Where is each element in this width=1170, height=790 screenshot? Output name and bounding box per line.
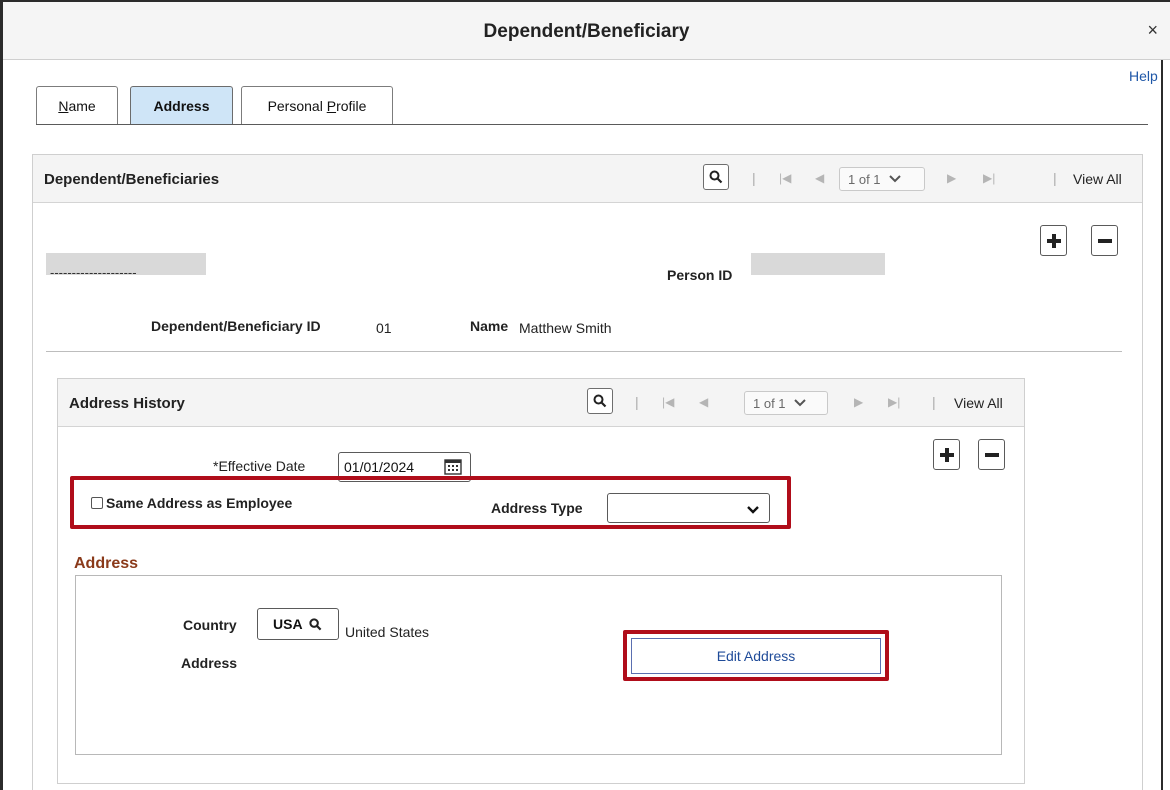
same-address-label: Same Address as Employee	[106, 495, 293, 511]
separator: |	[752, 170, 756, 186]
tab-name-label: ame	[68, 98, 96, 114]
tab-name[interactable]: Name	[36, 86, 118, 125]
name-value: Matthew Smith	[519, 320, 612, 336]
next-page-icon[interactable]: ▶	[854, 395, 863, 409]
delete-address-row-button[interactable]	[978, 439, 1005, 470]
delete-row-button[interactable]	[1091, 225, 1118, 256]
tab-address[interactable]: Address	[130, 86, 233, 125]
address-history-search-button[interactable]	[587, 388, 613, 414]
first-page-icon[interactable]: |◀	[779, 171, 791, 185]
dialog-window: Dependent/Beneficiary × Help Name Addres…	[0, 0, 1170, 790]
minus-icon	[1097, 238, 1112, 243]
name-label: Name	[470, 318, 509, 334]
address-label: Address	[181, 655, 238, 671]
country-lookup[interactable]: USA	[257, 608, 339, 640]
dependent-id-label: Dependent/Beneficiary ID	[151, 318, 321, 334]
tab-name-accel: N	[58, 98, 69, 114]
first-page-icon[interactable]: |◀	[662, 395, 674, 409]
dialog-title: Dependent/Beneficiary	[483, 21, 690, 42]
effective-date-label: *Effective Date	[213, 458, 306, 474]
same-address-checkbox[interactable]	[91, 497, 103, 509]
address-type-select[interactable]	[607, 493, 770, 523]
plus-icon	[1046, 233, 1061, 248]
dependents-pager[interactable]: 1 of 1	[839, 167, 925, 191]
chevron-down-icon	[793, 399, 806, 407]
add-address-row-button[interactable]	[933, 439, 960, 470]
tab-personal-profile-post: rofile	[336, 98, 367, 114]
search-icon	[709, 170, 723, 184]
address-history-pager-text: 1 of 1	[753, 395, 786, 411]
separator: |	[932, 394, 936, 410]
last-page-icon[interactable]: ▶|	[888, 395, 900, 409]
last-page-icon[interactable]: ▶|	[983, 171, 995, 185]
plus-icon	[939, 447, 954, 462]
tab-underline	[36, 124, 1148, 125]
help-link[interactable]: Help	[1129, 68, 1158, 84]
country-label: Country	[183, 617, 237, 633]
dependent-id-value: 01	[376, 320, 392, 336]
divider	[46, 351, 1122, 352]
effective-date-value: 01/01/2024	[344, 459, 415, 475]
address-type-label: Address Type	[491, 500, 583, 516]
close-icon[interactable]: ×	[1147, 20, 1158, 41]
chevron-down-icon	[888, 175, 901, 183]
minus-icon	[984, 452, 999, 457]
add-row-button[interactable]	[1040, 225, 1067, 256]
address-history-title: Address History	[69, 395, 185, 412]
address-history-header: Address History | |◀ ◀ 1 of 1 ▶ ▶| | Vie…	[58, 379, 1024, 427]
edit-address-button[interactable]: Edit Address	[631, 638, 881, 674]
effective-date-input[interactable]: 01/01/2024	[338, 452, 471, 482]
separator: |	[1053, 170, 1057, 186]
next-page-icon[interactable]: ▶	[947, 171, 956, 185]
country-code: USA	[273, 616, 303, 632]
address-history-view-all[interactable]: View All	[954, 395, 1003, 411]
dependents-view-all[interactable]: View All	[1073, 171, 1122, 187]
previous-page-icon[interactable]: ◀	[699, 395, 708, 409]
person-id-label: Person ID	[667, 267, 733, 283]
window-edge	[1161, 60, 1163, 790]
calendar-icon[interactable]	[444, 458, 462, 475]
redacted-person-id	[751, 253, 885, 275]
tab-address-label: Address	[153, 98, 210, 114]
separator: |	[635, 394, 639, 410]
search-icon[interactable]	[308, 617, 322, 631]
dependents-search-button[interactable]	[703, 164, 729, 190]
address-history-pager[interactable]: 1 of 1	[744, 391, 828, 415]
chevron-down-icon	[747, 506, 759, 514]
name-dashes: --------------------	[50, 265, 137, 280]
tab-personal-profile-pre: Personal	[267, 98, 327, 114]
tab-personal-profile[interactable]: Personal Profile	[241, 86, 393, 125]
previous-page-icon[interactable]: ◀	[815, 171, 824, 185]
country-name: United States	[345, 624, 430, 640]
dependents-pager-text: 1 of 1	[848, 171, 881, 187]
dependents-panel-title: Dependent/Beneficiaries	[44, 171, 220, 188]
title-bar: Dependent/Beneficiary ×	[3, 2, 1170, 60]
address-section-title: Address	[74, 555, 139, 572]
tab-personal-profile-accel: P	[326, 98, 337, 114]
search-icon	[593, 394, 607, 408]
dependents-panel-header: Dependent/Beneficiaries | |◀ ◀ 1 of 1 ▶ …	[33, 155, 1142, 203]
